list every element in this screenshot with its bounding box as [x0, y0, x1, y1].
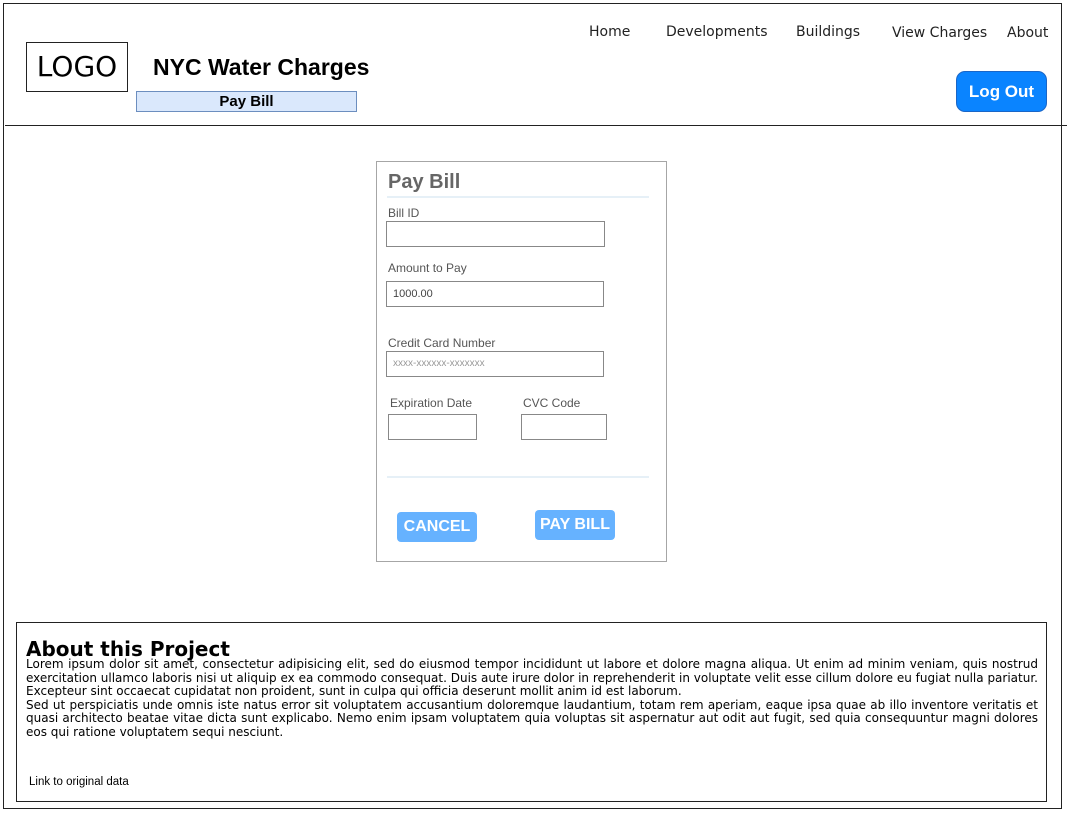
expiration-label: Expiration Date: [390, 396, 473, 410]
cancel-button[interactable]: CANCEL: [397, 512, 477, 542]
expiration-input[interactable]: [388, 414, 477, 440]
card-number-input[interactable]: xxxx-xxxxxx-xxxxxxx: [386, 351, 604, 377]
nav-about[interactable]: About: [1007, 25, 1048, 41]
form-bottom-divider: [387, 476, 649, 478]
cvc-input[interactable]: [521, 414, 607, 440]
amount-label: Amount to Pay: [388, 261, 467, 275]
nav-view-charges[interactable]: View Charges: [892, 25, 987, 41]
original-data-link[interactable]: Link to original data: [29, 776, 129, 788]
nav-home[interactable]: Home: [589, 24, 630, 40]
nav-developments[interactable]: Developments: [666, 24, 768, 40]
amount-input[interactable]: 1000.00: [386, 281, 604, 307]
form-title-divider: [387, 196, 649, 198]
bill-id-label: Bill ID: [388, 206, 420, 220]
logout-button[interactable]: Log Out: [956, 71, 1047, 112]
app-title: NYC Water Charges: [153, 54, 370, 80]
bill-id-input[interactable]: [386, 221, 605, 247]
pay-bill-form: Pay Bill Bill ID Amount to Pay 1000.00 C…: [376, 161, 667, 562]
nav-buildings[interactable]: Buildings: [796, 24, 860, 40]
about-paragraph-2: Sed ut perspiciatis unde omnis iste natu…: [26, 697, 1038, 739]
cvc-label: CVC Code: [523, 396, 581, 410]
about-panel: About this Project Lorem ipsum dolor sit…: [16, 622, 1047, 802]
header-divider: [5, 125, 1067, 126]
card-number-label: Credit Card Number: [388, 336, 496, 350]
pay-bill-button[interactable]: PAY BILL: [535, 510, 615, 540]
page-tab-pay-bill: Pay Bill: [136, 91, 357, 112]
logo[interactable]: LOGO: [26, 42, 128, 92]
about-paragraph-1: Lorem ipsum dolor sit amet, consectetur …: [26, 657, 1038, 698]
form-title: Pay Bill: [388, 171, 461, 193]
about-text: Lorem ipsum dolor sit amet, consectetur …: [26, 657, 1038, 739]
